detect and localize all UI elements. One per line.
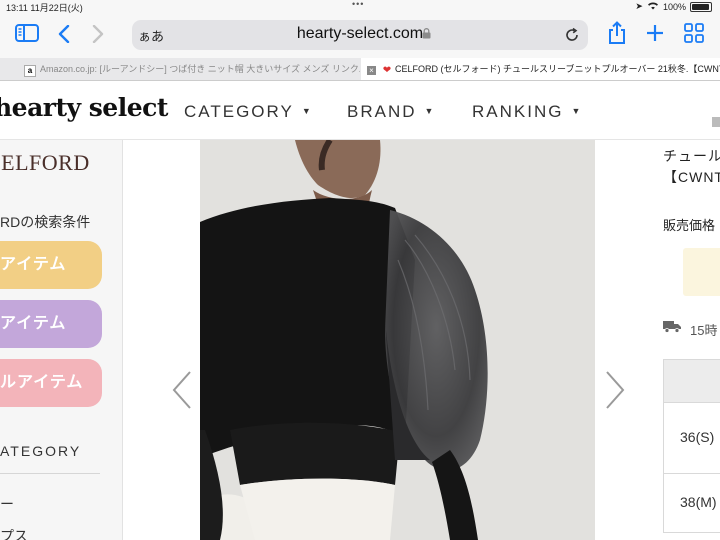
product-title-line2: 【CWNT bbox=[663, 169, 720, 185]
nav-ranking[interactable]: RANKING ▼ bbox=[472, 102, 582, 122]
multitasking-dots[interactable]: ••• bbox=[352, 0, 364, 9]
category-heading: ATEGORY bbox=[0, 443, 82, 459]
back-icon[interactable] bbox=[58, 24, 70, 48]
tab-label: CELFORD (セルフォード) チュールスリーブニットプルオーバー 21秋冬.… bbox=[395, 64, 720, 74]
lock-icon bbox=[422, 28, 431, 42]
caret-down-icon: ▼ bbox=[301, 106, 313, 116]
size-row[interactable]: 38(M) bbox=[664, 474, 720, 532]
search-conditions-heading: RDの検索条件 bbox=[0, 214, 91, 230]
sidebar-icon[interactable] bbox=[15, 24, 39, 47]
nav-label: RANKING bbox=[472, 102, 564, 121]
tab-bar: a Amazon.co.jp: [ルーアンドシー] つば付き ニット帽 大きいサイ… bbox=[0, 58, 720, 81]
divider bbox=[0, 473, 100, 474]
size-cell: 38(M) bbox=[680, 494, 717, 510]
battery-percent: 100% bbox=[662, 1, 686, 12]
share-icon[interactable] bbox=[608, 21, 626, 50]
browser-toolbar: ぁあ hearty-select.com bbox=[0, 14, 720, 58]
item-button-3[interactable]: ルアイテム bbox=[0, 359, 102, 407]
sidebar: CELFORD RDの検索条件 アイテム アイテム ルアイテム ATEGORY … bbox=[0, 140, 123, 540]
category-item[interactable]: プス bbox=[0, 526, 28, 540]
category-item[interactable]: ー bbox=[0, 494, 14, 514]
caret-down-icon: ▼ bbox=[571, 106, 583, 116]
tab-amazon[interactable]: a Amazon.co.jp: [ルーアンドシー] つば付き ニット帽 大きいサイ… bbox=[0, 58, 360, 80]
carousel-prev-icon[interactable] bbox=[170, 368, 194, 420]
size-row[interactable]: 36(S) bbox=[664, 403, 720, 474]
item-button-1[interactable]: アイテム bbox=[0, 241, 102, 289]
nav-category[interactable]: CATEGORY ▼ bbox=[184, 102, 313, 122]
heart-favicon-icon: ❤ bbox=[382, 65, 392, 76]
size-table: 36(S) 38(M) bbox=[663, 359, 720, 533]
product-photo bbox=[200, 140, 595, 540]
size-table-header bbox=[664, 360, 720, 403]
status-right: ➤ 100% bbox=[635, 1, 712, 12]
battery-icon bbox=[690, 1, 712, 12]
price-box bbox=[683, 248, 720, 296]
reload-icon[interactable] bbox=[564, 23, 580, 48]
tab-celford[interactable]: × ❤ CELFORD (セルフォード) チュールスリーブニットプルオーバー 21秋… bbox=[361, 58, 720, 80]
close-tab-icon[interactable]: × bbox=[367, 66, 376, 75]
site-header: hearty select CATEGORY ▼ BRAND ▼ RANKING ▼ bbox=[0, 81, 720, 140]
url-host[interactable]: hearty-select.com bbox=[132, 25, 588, 43]
nav-label: CATEGORY bbox=[184, 102, 294, 121]
amazon-favicon-icon: a bbox=[24, 65, 36, 77]
forward-icon[interactable] bbox=[92, 24, 104, 48]
site-logo[interactable]: hearty select bbox=[0, 93, 168, 122]
address-bar[interactable]: ぁあ hearty-select.com bbox=[132, 20, 588, 50]
nav-brand[interactable]: BRAND ▼ bbox=[347, 102, 435, 122]
item-button-2[interactable]: アイテム bbox=[0, 300, 102, 348]
status-bar: 13:11 11月22日(火) ••• ➤ 100% bbox=[0, 0, 720, 14]
status-time-date: 13:11 11月22日(火) bbox=[6, 3, 83, 13]
product-title-line1: チュール bbox=[663, 148, 720, 164]
nav-label: BRAND bbox=[347, 102, 417, 121]
product-image[interactable] bbox=[200, 140, 595, 540]
caret-down-icon: ▼ bbox=[424, 106, 436, 116]
truck-icon bbox=[663, 320, 681, 336]
price-label: 販売価格 bbox=[663, 218, 716, 233]
carousel-next-icon[interactable] bbox=[603, 368, 627, 420]
tabs-grid-icon[interactable] bbox=[684, 23, 704, 48]
tab-label: Amazon.co.jp: [ルーアンドシー] つば付き ニット帽 大きいサイズ… bbox=[40, 64, 360, 74]
sidebar-brand-logo: CELFORD bbox=[0, 150, 90, 175]
header-edge-icon bbox=[712, 117, 720, 127]
location-icon: ➤ bbox=[635, 1, 643, 11]
plus-icon[interactable] bbox=[645, 23, 665, 48]
size-cell: 36(S) bbox=[680, 429, 715, 445]
shipping-text: 15時 bbox=[690, 323, 718, 338]
wifi-icon bbox=[647, 1, 659, 12]
